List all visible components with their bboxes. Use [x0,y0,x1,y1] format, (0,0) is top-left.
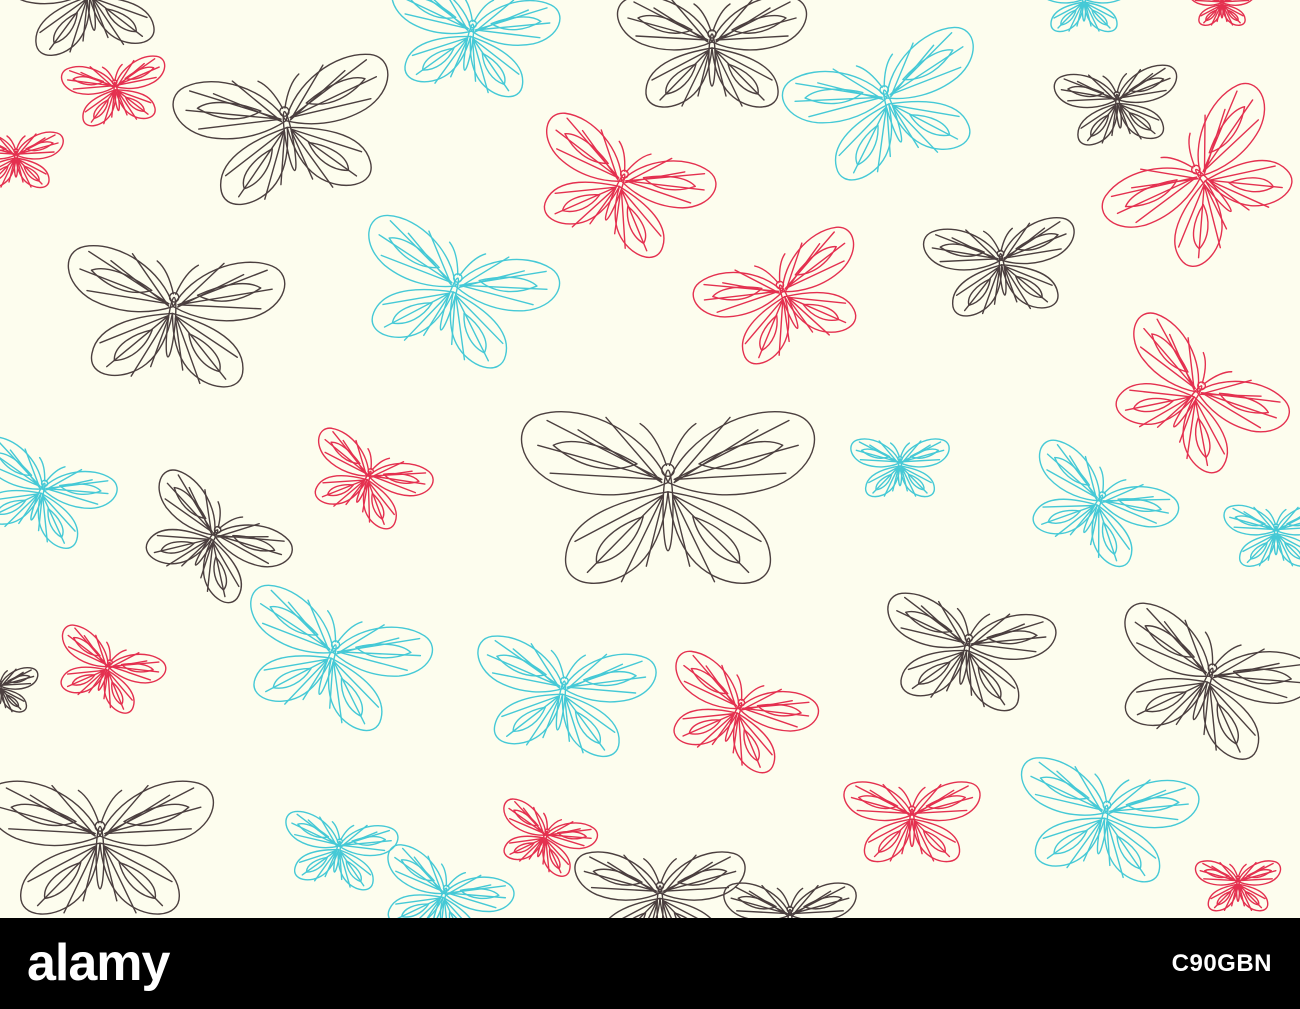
footer-bar: alamy C90GBN [0,918,1300,1009]
image-id-label: C90GBN [1171,950,1272,977]
butterfly-pattern-canvas [0,0,1300,918]
alamy-logo: alamy [27,934,170,992]
pattern-background [0,0,1300,918]
butterfly-pattern [0,0,1300,918]
